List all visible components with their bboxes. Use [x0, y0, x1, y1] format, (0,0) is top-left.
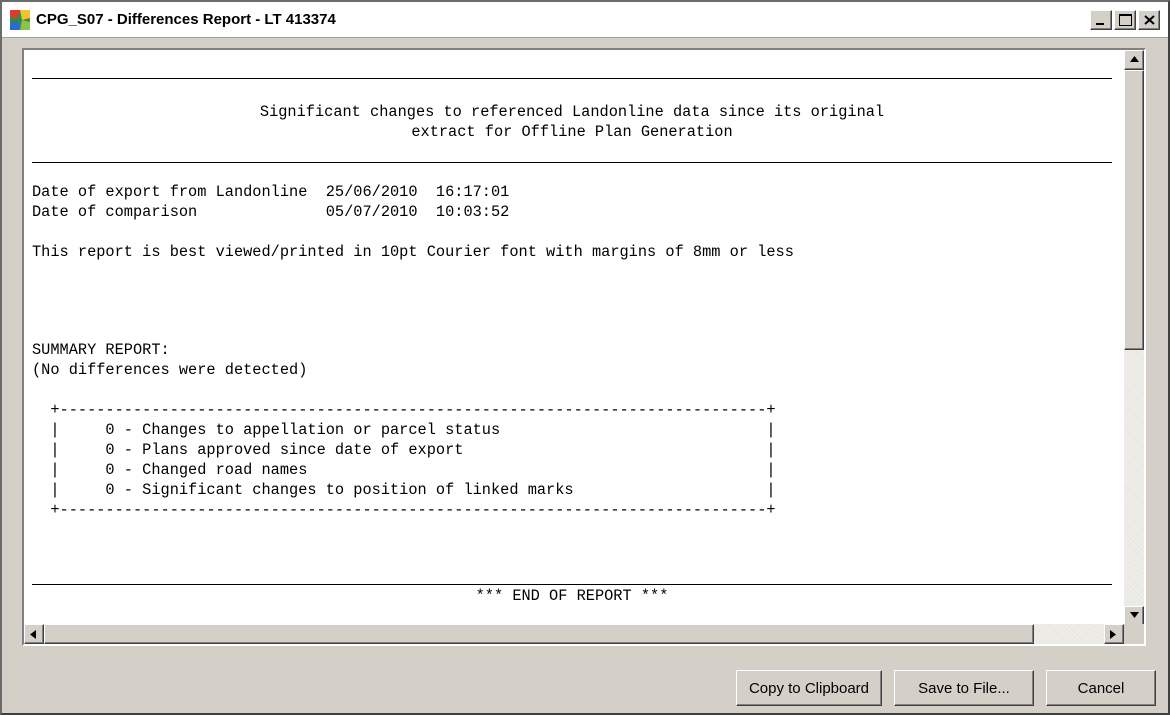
- divider: [32, 78, 1112, 79]
- scroll-right-button[interactable]: [1104, 624, 1124, 644]
- report-heading-line-2: extract for Offline Plan Generation: [411, 123, 733, 141]
- divider: [32, 584, 1112, 585]
- differences-report-window: CPG_S07 - Differences Report - LT 413374…: [0, 0, 1170, 715]
- vertical-scrollbar[interactable]: [1124, 50, 1144, 626]
- close-icon[interactable]: [1138, 10, 1160, 30]
- scrollbar-corner: [1124, 624, 1144, 644]
- summary-row: | 0 - Significant changes to position of…: [32, 481, 776, 499]
- horizontal-scrollbar[interactable]: [24, 624, 1124, 644]
- horizontal-scroll-thumb[interactable]: [44, 624, 1034, 644]
- landonline-app-icon: [10, 10, 30, 30]
- window-title: CPG_S07 - Differences Report - LT 413374: [36, 11, 336, 28]
- scroll-down-button[interactable]: [1124, 606, 1144, 626]
- end-of-report-marker: *** END OF REPORT ***: [475, 587, 669, 605]
- export-date-line: Date of export from Landonline 25/06/201…: [32, 183, 510, 201]
- maximize-icon[interactable]: [1114, 10, 1136, 30]
- summary-row: | 0 - Plans approved since date of expor…: [32, 441, 776, 459]
- title-bar[interactable]: CPG_S07 - Differences Report - LT 413374: [2, 2, 1168, 38]
- minimize-icon[interactable]: [1090, 10, 1112, 30]
- divider: [32, 162, 1112, 163]
- report-text-area[interactable]: Significant changes to referenced Landon…: [24, 50, 1124, 626]
- summary-label: SUMMARY REPORT:: [32, 341, 170, 359]
- scroll-left-button[interactable]: [24, 624, 44, 644]
- viewing-note: This report is best viewed/printed in 10…: [32, 243, 794, 261]
- scroll-up-button[interactable]: [1124, 50, 1144, 70]
- summary-box-bottom-border: +---------------------------------------…: [32, 501, 776, 519]
- report-heading-line-1: Significant changes to referenced Landon…: [259, 103, 885, 121]
- summary-row: | 0 - Changes to appellation or parcel s…: [32, 421, 776, 439]
- summary-row: | 0 - Changed road names |: [32, 461, 776, 479]
- report-viewer[interactable]: Significant changes to referenced Landon…: [22, 48, 1146, 646]
- save-to-file-button[interactable]: Save to File...: [894, 670, 1034, 706]
- cancel-button[interactable]: Cancel: [1046, 670, 1156, 706]
- comparison-date-line: Date of comparison 05/07/2010 10:03:52: [32, 203, 510, 221]
- summary-status: (No differences were detected): [32, 361, 308, 379]
- copy-to-clipboard-button[interactable]: Copy to Clipboard: [736, 670, 882, 706]
- summary-box-top-border: +---------------------------------------…: [32, 401, 776, 419]
- vertical-scroll-thumb[interactable]: [1124, 70, 1144, 350]
